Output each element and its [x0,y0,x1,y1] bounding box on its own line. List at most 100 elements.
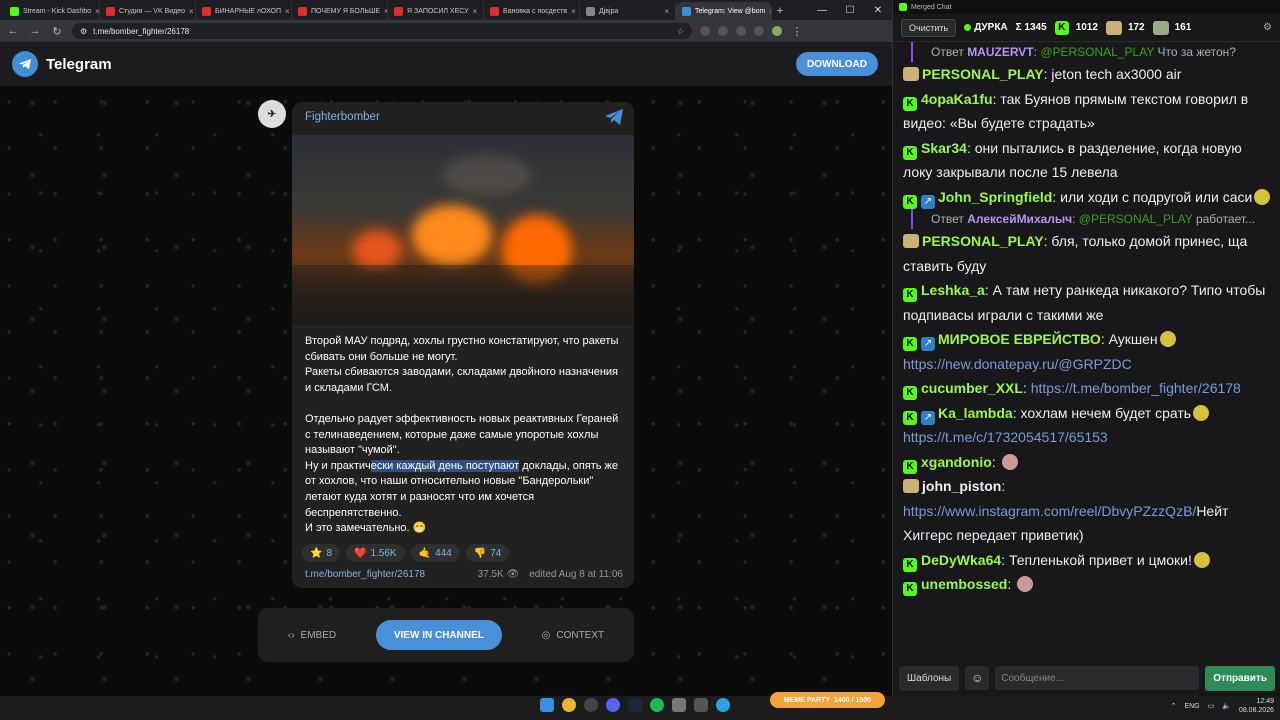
browser-tab[interactable]: Telegram: View @bom× [676,2,772,20]
network-icon[interactable]: ▭ [1208,702,1215,710]
view-in-channel-button[interactable]: VIEW IN CHANNEL [375,620,502,650]
chat-text: jeton tech ax3000 air [1051,66,1182,82]
reaction-call-me[interactable]: 🤙 444 [410,544,460,562]
chat-link[interactable]: https://www.instagram.com/reel/DbvyPZzzQ… [903,503,1196,519]
obs-icon[interactable] [584,698,598,712]
tab-close-icon[interactable]: × [769,7,771,16]
send-button[interactable]: Отправить [1205,665,1275,691]
chat-username[interactable]: xgandonio [921,454,992,470]
post-image[interactable] [292,135,634,325]
context-button[interactable]: ◎ CONTEXT [542,630,605,641]
windows-start-icon[interactable] [540,698,554,712]
browser-tab[interactable]: Студия — VK Видео × [100,2,196,20]
forward-icon[interactable]: → [28,25,42,37]
browser-tab[interactable]: БИНАРНЫЕ лОХОП × [196,2,292,20]
chat-username[interactable]: Leshka_a [921,282,985,298]
reaction-heart[interactable]: ❤️ 1.56K [346,544,405,562]
maximize-button[interactable]: ☐ [836,0,864,20]
menu-icon[interactable]: ⋮ [790,25,804,38]
spotify-icon[interactable] [650,698,664,712]
chat-username[interactable]: Skar34 [921,140,967,156]
chat-username[interactable]: DeDyWka64 [921,552,1001,568]
chat-username[interactable]: John_Springfield [938,189,1052,205]
message-input[interactable]: Сообщение... [995,666,1200,690]
chat-username[interactable]: unembossed [921,576,1007,592]
third-viewers: 161 [1152,20,1191,35]
emoji-icon[interactable]: ☺ [965,666,990,690]
clock[interactable]: 12:49 08.08.2026 [1239,697,1274,715]
tab-close-icon[interactable]: × [664,7,669,16]
kick-badge-icon: K [903,194,917,209]
extension-icon[interactable] [700,26,710,36]
profile-icon[interactable] [772,26,782,36]
streamer-status: ДУРКА [964,22,1008,33]
embed-button[interactable]: ‹› EMBED [288,630,336,641]
extension-icon[interactable] [718,26,728,36]
browser-tab[interactable]: Я ЗАПОСИЛ ХЕСУ × [388,2,484,20]
url-text: t.me/bomber_fighter/26178 [93,26,190,36]
channel-name[interactable]: Fighterbomber [305,111,380,123]
browser-tab[interactable]: ПОЧЕМУ Я БОЛЬШЕ× [292,2,388,20]
clear-button[interactable]: Очистить [901,18,957,37]
close-button[interactable]: ✕ [864,0,892,20]
discord-icon[interactable] [606,698,620,712]
reaction-star[interactable]: ⭐ 8 [302,544,341,562]
app-icon[interactable] [672,698,686,712]
post-actions-bar: ‹› EMBED VIEW IN CHANNEL ◎ CONTEXT [258,608,634,662]
volume-icon[interactable]: 🔈 [1222,702,1231,710]
chat-username[interactable]: 4opaKa1fu [921,91,993,107]
templates-button[interactable]: Шаблоны [899,665,960,691]
new-tab-button[interactable]: + [772,2,788,20]
code-icon: ‹› [287,629,295,641]
address-bar[interactable]: ⚙ t.me/bomber_fighter/26178 ☆ [72,23,692,39]
tab-close-icon[interactable]: × [285,7,290,16]
chrome-icon[interactable] [562,698,576,712]
chat-username[interactable]: PERSONAL_PLAY [922,66,1044,82]
reload-icon[interactable]: ↻ [50,25,64,38]
chat-username[interactable]: МИРОВОЕ ЕВРЕЙСТВО [938,331,1101,347]
extension-icon[interactable] [754,26,764,36]
kick-badge-icon: K [903,557,917,572]
platform-badge-icon [1152,20,1169,35]
chat-link[interactable]: https://new.donatepay.ru/@GRPZDC [903,356,1132,372]
chat-username[interactable]: Ka_lambda [938,405,1013,421]
reaction-thumbs-down[interactable]: 👎 74 [465,544,510,562]
extension-icon[interactable] [736,26,746,36]
telegram-plane-icon[interactable] [604,108,624,131]
mention: @PERSONAL_PLAY [1040,45,1155,59]
gear-icon[interactable]: ⚙ [1263,22,1272,33]
browser-tab[interactable]: Бановка с посдеств × [484,2,580,20]
chat-username[interactable]: PERSONAL_PLAY [922,233,1044,249]
chat-text: Аукшен [1108,331,1158,347]
tab-close-icon[interactable]: × [571,7,576,16]
chat-username[interactable]: cucumber_XXL [921,380,1023,396]
tab-label: Telegram: View @bom [695,7,766,15]
chat-text: или ходи с подругой или саси [1060,188,1253,205]
download-button[interactable]: DOWNLOAD [796,52,878,76]
post-link[interactable]: t.me/bomber_fighter/26178 [305,569,425,580]
browser-tab[interactable]: Дjвјра × [580,2,676,20]
eye-icon: 👁 [506,569,520,580]
mention: @PERSONAL_PLAY [1078,212,1193,226]
tab-label: БИНАРНЫЕ лОХОП [215,7,282,15]
tab-close-icon[interactable]: × [473,7,478,16]
steam-icon[interactable] [628,698,642,712]
channel-avatar[interactable]: ✈ [258,100,286,128]
site-info-icon[interactable]: ⚙ [80,27,87,36]
minimize-button[interactable]: — [808,0,836,20]
telegram-brand: Telegram [46,55,112,73]
chevron-up-icon[interactable]: ⌃ [1171,702,1177,710]
chat-username[interactable]: john_piston [922,478,1001,494]
tab-label: Бановка с посдеств [503,7,568,15]
telegram-icon[interactable] [716,698,730,712]
browser-tab[interactable]: Stream - Kick Dashbo × [4,2,100,20]
bookmark-star-icon[interactable]: ☆ [677,27,684,36]
chat-link[interactable]: https://t.me/bomber_fighter/26178 [1031,380,1241,396]
tab-close-icon[interactable]: × [189,7,194,16]
back-icon[interactable]: ← [6,25,20,37]
lang-indicator[interactable]: ENG [1184,703,1199,710]
subscriber-badge-icon: ↗ [921,410,935,425]
kick-badge-icon: K [903,288,917,302]
app-icon[interactable] [694,698,708,712]
chat-link[interactable]: https://t.me/c/1732054517/65153 [903,429,1108,445]
